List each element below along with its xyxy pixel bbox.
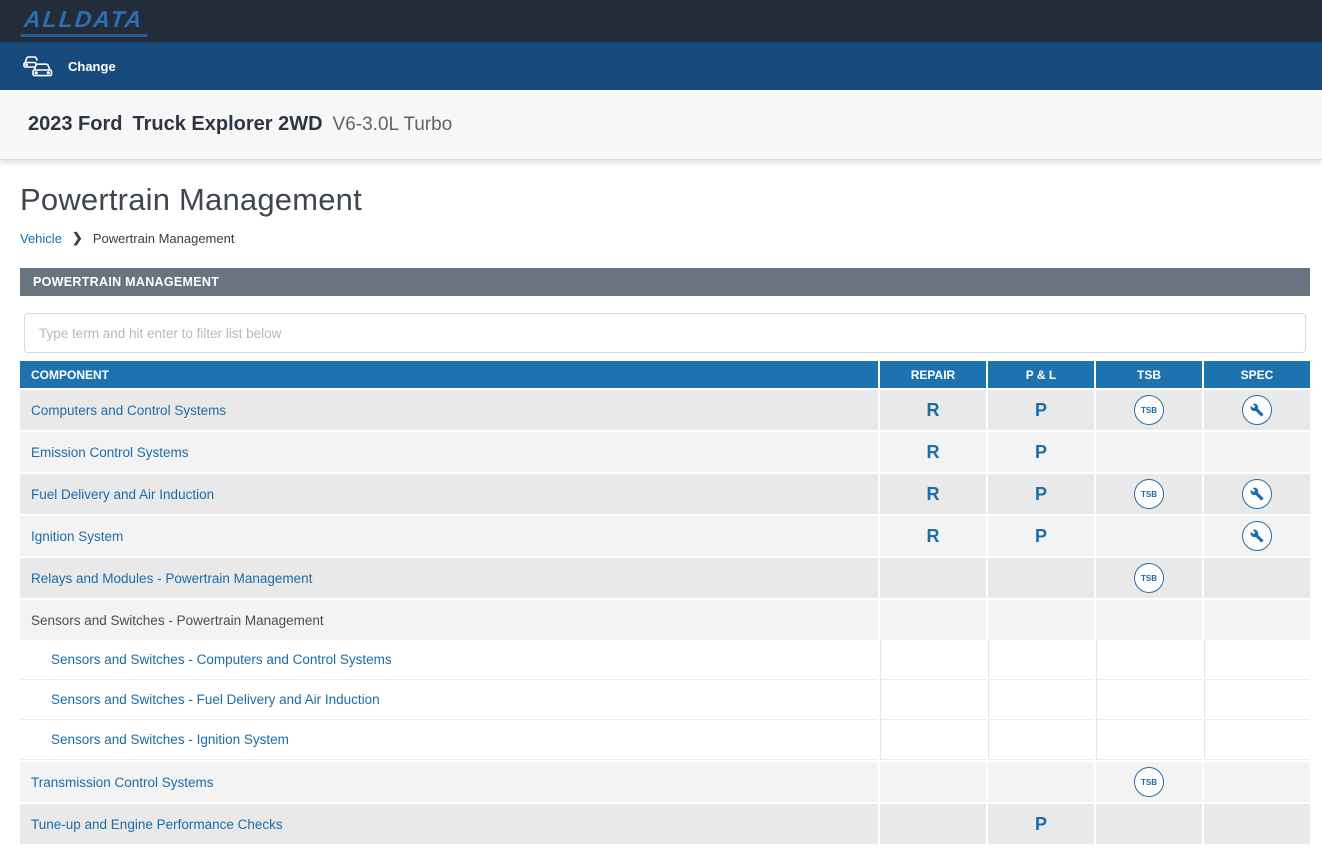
main-content: Powertrain Management Vehicle ❯ Powertra… [0, 182, 1322, 844]
tsb-badge[interactable]: TSB [1134, 479, 1164, 509]
table-row: Sensors and Switches - Ignition System [20, 720, 1310, 760]
spec-icon[interactable] [1242, 521, 1272, 551]
component-link[interactable]: Tune-up and Engine Performance Checks [31, 817, 283, 832]
breadcrumb-current: Powertrain Management [92, 230, 235, 246]
table-header-row: COMPONENT REPAIR P & L TSB SPEC [20, 361, 1310, 388]
pl-indicator[interactable]: P [1035, 400, 1047, 421]
component-link[interactable]: Sensors and Switches - Ignition System [51, 732, 289, 747]
column-header-pl: P & L [988, 361, 1094, 388]
column-header-spec: SPEC [1204, 361, 1310, 388]
pl-indicator[interactable]: P [1035, 526, 1047, 547]
table-row: Sensors and Switches - Fuel Delivery and… [20, 680, 1310, 720]
change-label: Change [68, 58, 116, 74]
vehicle-year-make: 2023 Ford [28, 113, 123, 135]
component-link[interactable]: Relays and Modules - Powertrain Manageme… [31, 571, 312, 586]
tsb-badge[interactable]: TSB [1134, 563, 1164, 593]
component-table-body: Computers and Control Systems R P TSB Emiss… [20, 390, 1310, 844]
section-header-label: POWERTRAIN MANAGEMENT [33, 275, 220, 289]
table-row: Relays and Modules - Powertrain Manageme… [20, 558, 1310, 598]
page-title: Powertrain Management [20, 182, 362, 217]
component-link[interactable]: Transmission Control Systems [31, 775, 214, 790]
repair-indicator[interactable]: R [927, 484, 940, 505]
column-header-repair: REPAIR [880, 361, 986, 388]
component-link[interactable]: Sensors and Switches - Fuel Delivery and… [51, 692, 380, 707]
table-row: Computers and Control Systems R P TSB [20, 390, 1310, 430]
spec-icon[interactable] [1242, 395, 1272, 425]
table-row: Tune-up and Engine Performance Checks P [20, 804, 1310, 844]
component-link[interactable]: Ignition System [31, 529, 123, 544]
repair-indicator[interactable]: R [927, 526, 940, 547]
pl-indicator[interactable]: P [1035, 484, 1047, 505]
pl-indicator[interactable]: P [1035, 814, 1047, 835]
change-vehicle-bar[interactable]: Change [0, 42, 1322, 90]
component-link[interactable]: Fuel Delivery and Air Induction [31, 487, 214, 502]
filter-input[interactable] [24, 313, 1306, 353]
filter-area [20, 296, 1310, 361]
table-row: Transmission Control Systems TSB [20, 762, 1310, 802]
section-header-bar: POWERTRAIN MANAGEMENT [20, 268, 1310, 296]
component-link[interactable]: Computers and Control Systems [31, 403, 226, 418]
table-row: Emission Control Systems R P [20, 432, 1310, 472]
table-row: Ignition System R P [20, 516, 1310, 556]
vehicle-info-bar: 2023 Ford Truck Explorer 2WD V6-3.0L Tur… [0, 90, 1322, 160]
component-table: COMPONENT REPAIR P & L TSB SPEC Computer… [20, 361, 1310, 844]
breadcrumb: Vehicle ❯ Powertrain Management [20, 230, 1310, 246]
tsb-badge[interactable]: TSB [1134, 395, 1164, 425]
component-link[interactable]: Emission Control Systems [31, 445, 189, 460]
table-row: Sensors and Switches - Powertrain Manage… [20, 600, 1310, 640]
spec-icon[interactable] [1242, 479, 1272, 509]
top-bar: ALLDATA [0, 0, 1322, 42]
repair-indicator[interactable]: R [927, 442, 940, 463]
table-row: Sensors and Switches - Computers and Con… [20, 640, 1310, 680]
repair-indicator[interactable]: R [927, 400, 940, 421]
column-header-tsb: TSB [1096, 361, 1202, 388]
alldata-logo[interactable]: ALLDATA [20, 5, 151, 37]
pl-indicator[interactable]: P [1035, 442, 1047, 463]
vehicle-model: Truck Explorer 2WD [132, 113, 323, 135]
component-label: Sensors and Switches - Powertrain Manage… [31, 612, 324, 628]
table-row: Fuel Delivery and Air Induction R P TSB [20, 474, 1310, 514]
vehicle-change-icon [23, 56, 53, 77]
component-link[interactable]: Sensors and Switches - Computers and Con… [51, 652, 392, 667]
breadcrumb-vehicle-link[interactable]: Vehicle [20, 231, 62, 246]
tsb-badge[interactable]: TSB [1134, 767, 1164, 797]
vehicle-engine: V6-3.0L Turbo [332, 113, 453, 135]
breadcrumb-chevron-icon: ❯ [71, 230, 83, 245]
column-header-component: COMPONENT [20, 361, 878, 388]
